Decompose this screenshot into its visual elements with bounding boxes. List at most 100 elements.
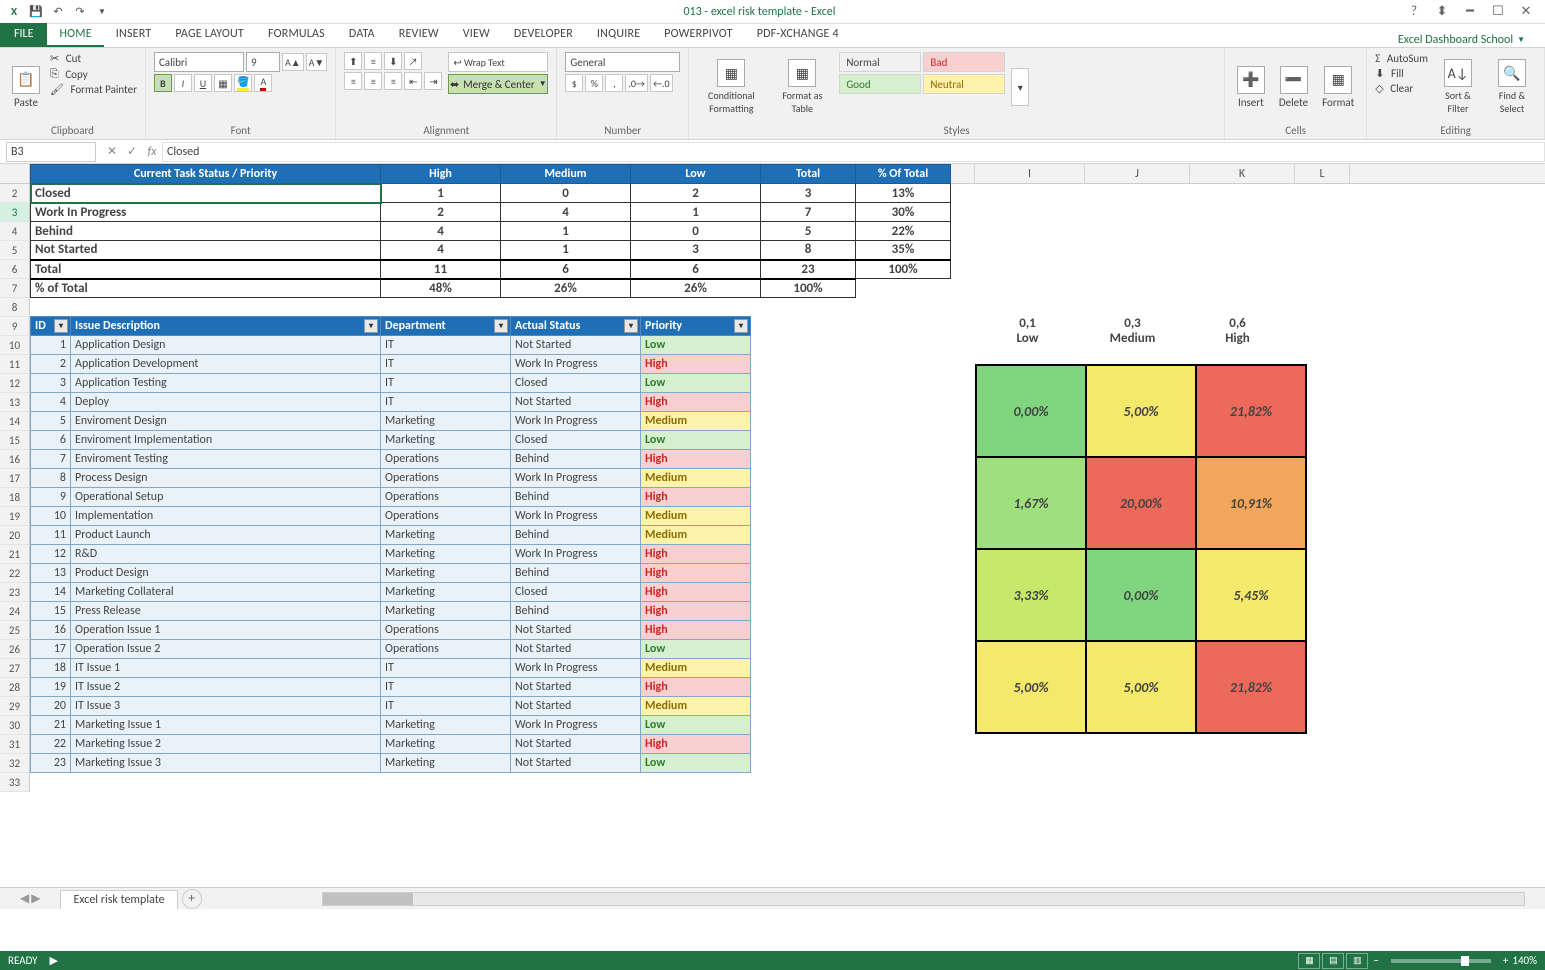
summary-cell[interactable]: Not Started [31,241,381,260]
issue-cell[interactable]: 6 [31,431,71,450]
issue-cell[interactable]: 17 [31,640,71,659]
issue-cell[interactable]: Not Started [511,621,641,640]
issue-cell[interactable]: Marketing Issue 3 [71,754,381,773]
table-row[interactable]: 1Application DesignITNot StartedLow [31,336,751,355]
row-header[interactable]: 31 [0,735,30,754]
issue-cell[interactable]: Not Started [511,336,641,355]
issue-cell[interactable]: 2 [31,355,71,374]
issue-cell[interactable]: IT [381,393,511,412]
issue-cell[interactable]: Marketing Collateral [71,583,381,602]
issue-cell[interactable]: Work In Progress [511,469,641,488]
table-row[interactable]: 12R&DMarketingWork In ProgressHigh [31,545,751,564]
table-row[interactable]: 20IT Issue 3ITNot StartedMedium [31,697,751,716]
row-header[interactable]: 20 [0,526,30,545]
col-header-K[interactable]: K [1190,164,1295,183]
tab-formulas[interactable]: FORMULAS [256,23,337,47]
summary-cell[interactable]: 6 [631,260,761,279]
issue-cell[interactable]: R&D [71,545,381,564]
table-row[interactable]: 13Product DesignMarketingBehindHigh [31,564,751,583]
summary-cell[interactable]: Total [31,260,381,279]
table-row[interactable]: 5Enviroment DesignMarketingWork In Progr… [31,412,751,431]
row-header[interactable]: 13 [0,393,30,412]
matrix-cell[interactable]: 0,00% [976,365,1086,457]
tab-review[interactable]: REVIEW [387,23,451,47]
issue-cell[interactable]: 1 [31,336,71,355]
tab-data[interactable]: DATA [337,23,387,47]
issue-cell[interactable]: High [641,678,751,697]
issue-cell[interactable]: 14 [31,583,71,602]
issue-cell[interactable]: 19 [31,678,71,697]
row-header[interactable]: 18 [0,488,30,507]
spreadsheet-grid[interactable]: ABCDEFGHIJKL 234567891011121314151617181… [0,164,1545,928]
row-header[interactable]: 12 [0,374,30,393]
new-sheet-button[interactable]: + [182,889,202,909]
autosum-button[interactable]: Σ AutoSum [1375,52,1428,65]
issue-cell[interactable]: IT Issue 2 [71,678,381,697]
delete-cells-button[interactable]: ➖Delete [1275,52,1312,122]
issue-cell[interactable]: Implementation [71,507,381,526]
align-bottom-button[interactable]: ⬇ [384,52,402,70]
sheet-tab-active[interactable]: Excel risk template [60,890,177,909]
issue-col-header[interactable]: Issue Description▾ [71,317,381,336]
row-header[interactable]: 32 [0,754,30,773]
issue-cell[interactable]: Low [641,754,751,773]
issue-cell[interactable]: Work In Progress [511,412,641,431]
issue-cell[interactable]: Application Design [71,336,381,355]
col-header-J[interactable]: J [1085,164,1190,183]
issue-cell[interactable]: Marketing [381,602,511,621]
issue-cell[interactable]: 16 [31,621,71,640]
issue-cell[interactable]: Marketing Issue 1 [71,716,381,735]
summary-cell[interactable]: Behind [31,222,381,241]
summary-cell[interactable]: 100% [761,279,856,298]
summary-cell[interactable]: 26% [631,279,761,298]
table-row[interactable]: 16Operation Issue 1OperationsNot Started… [31,621,751,640]
fill-color-button[interactable]: 🪣 [234,74,252,92]
row-header[interactable]: 3 [0,203,30,222]
issue-cell[interactable]: 3 [31,374,71,393]
row-header[interactable]: 4 [0,222,30,241]
zoom-level[interactable]: 140% [1512,954,1537,967]
shrink-font-button[interactable]: A▼ [306,53,328,71]
format-painter-button[interactable]: 🖌 Format Painter [50,83,137,96]
row-header[interactable]: 6 [0,260,30,279]
paste-button[interactable]: 📋 Paste [8,52,44,122]
table-row[interactable]: 9Operational SetupOperationsBehindHigh [31,488,751,507]
issue-cell[interactable]: Low [641,640,751,659]
issue-cell[interactable]: High [641,602,751,621]
issue-cell[interactable]: Application Development [71,355,381,374]
summary-cell[interactable]: 5 [761,222,856,241]
row-header[interactable]: 25 [0,621,30,640]
row-header[interactable]: 33 [0,773,30,792]
issue-cell[interactable]: Marketing [381,412,511,431]
summary-cell[interactable]: 3 [761,184,856,203]
sheet-nav-prev-icon[interactable]: ◀ [20,891,29,906]
tab-insert[interactable]: INSERT [104,23,164,47]
format-as-table-button[interactable]: ▦Format as Table [771,52,833,122]
issue-cell[interactable]: High [641,355,751,374]
format-cells-button[interactable]: ▦Format [1318,52,1358,122]
row-header[interactable]: 9 [0,317,30,336]
name-box[interactable]: B3 [6,142,96,162]
issue-cell[interactable]: Press Release [71,602,381,621]
summary-cell[interactable]: 0 [501,184,631,203]
issue-cell[interactable]: IT [381,336,511,355]
issue-cell[interactable]: 23 [31,754,71,773]
issue-cell[interactable]: 7 [31,450,71,469]
number-format-selector[interactable]: General [565,52,680,72]
issue-cell[interactable]: Operations [381,488,511,507]
table-row[interactable]: 6Enviroment ImplementationMarketingClose… [31,431,751,450]
table-row[interactable]: 18IT Issue 1ITWork In ProgressMedium [31,659,751,678]
issue-cell[interactable]: Medium [641,697,751,716]
align-left-button[interactable]: ≡ [344,72,362,90]
table-row[interactable]: 2Application DevelopmentITWork In Progre… [31,355,751,374]
issue-cell[interactable]: 10 [31,507,71,526]
tab-page-layout[interactable]: PAGE LAYOUT [163,23,256,47]
row-header[interactable]: 15 [0,431,30,450]
issue-cell[interactable]: Operations [381,450,511,469]
fill-button[interactable]: ⬇ Fill [1375,67,1428,80]
issue-cell[interactable]: IT [381,355,511,374]
issue-cell[interactable]: 20 [31,697,71,716]
account-link[interactable]: Excel Dashboard School ▼ [1398,33,1525,47]
issue-cell[interactable]: Enviroment Testing [71,450,381,469]
issue-cell[interactable]: IT Issue 3 [71,697,381,716]
